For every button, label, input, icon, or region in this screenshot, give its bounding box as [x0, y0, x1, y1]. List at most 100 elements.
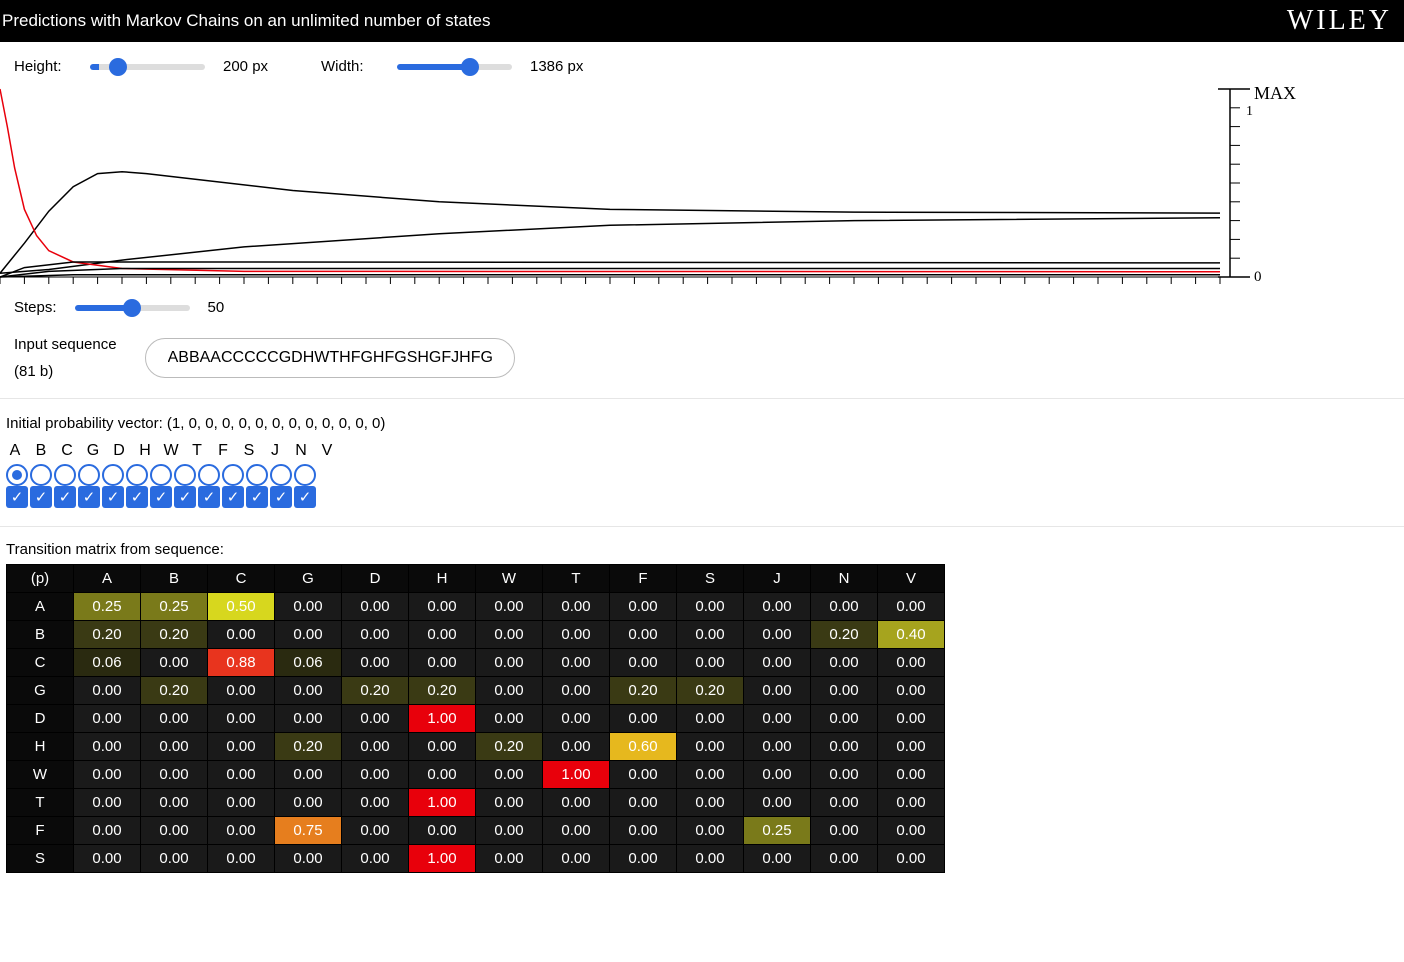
- matrix-cell: 1.00: [543, 761, 610, 789]
- initial-state-radio[interactable]: [6, 464, 28, 486]
- state-visible-checkbox[interactable]: ✓: [198, 486, 220, 508]
- matrix-cell: 0.00: [476, 789, 543, 817]
- state-visible-checkbox[interactable]: ✓: [294, 486, 316, 508]
- initial-state-radio[interactable]: [102, 464, 124, 486]
- matrix-col-header: B: [141, 565, 208, 593]
- initial-state-radio[interactable]: [174, 464, 196, 486]
- matrix-cell: 0.00: [744, 677, 811, 705]
- matrix-cell: 0.00: [543, 593, 610, 621]
- initial-state-radio[interactable]: [198, 464, 220, 486]
- matrix-row-header: F: [7, 817, 74, 845]
- state-visible-checkbox[interactable]: ✓: [222, 486, 244, 508]
- matrix-cell: 0.00: [543, 705, 610, 733]
- matrix-cell: 0.00: [409, 761, 476, 789]
- matrix-cell: 0.00: [744, 733, 811, 761]
- matrix-cell: 0.50: [208, 593, 275, 621]
- matrix-cell: 0.00: [409, 817, 476, 845]
- matrix-cell: 0.00: [141, 789, 208, 817]
- matrix-cell: 0.06: [275, 649, 342, 677]
- matrix-cell: 0.00: [878, 817, 945, 845]
- matrix-cell: 0.00: [275, 789, 342, 817]
- matrix-cell: 0.00: [476, 705, 543, 733]
- initial-state-radio[interactable]: [126, 464, 148, 486]
- state-visible-checkbox[interactable]: ✓: [126, 486, 148, 508]
- initial-state-radio[interactable]: [222, 464, 244, 486]
- initial-state-radio[interactable]: [54, 464, 76, 486]
- state-letter: S: [240, 442, 258, 460]
- matrix-cell: 0.00: [208, 761, 275, 789]
- matrix-cell: 0.00: [275, 593, 342, 621]
- matrix-col-header: A: [74, 565, 141, 593]
- matrix-cell: 0.20: [610, 677, 677, 705]
- state-letter: A: [6, 442, 24, 460]
- state-visible-checkbox[interactable]: ✓: [6, 486, 28, 508]
- matrix-cell: 0.00: [543, 677, 610, 705]
- state-visible-checkbox[interactable]: ✓: [54, 486, 76, 508]
- matrix-cell: 0.00: [744, 705, 811, 733]
- matrix-row-header: A: [7, 593, 74, 621]
- matrix-cell: 0.00: [610, 649, 677, 677]
- state-visible-checkbox[interactable]: ✓: [270, 486, 292, 508]
- matrix-cell: 0.00: [543, 649, 610, 677]
- matrix-cell: 0.00: [74, 677, 141, 705]
- height-label: Height:: [14, 58, 72, 75]
- transition-matrix-title: Transition matrix from sequence:: [6, 541, 1398, 558]
- initial-state-radio[interactable]: [150, 464, 172, 486]
- matrix-row-header: B: [7, 621, 74, 649]
- state-visible-checkbox[interactable]: ✓: [174, 486, 196, 508]
- matrix-cell: 0.00: [342, 733, 409, 761]
- matrix-cell: 0.00: [74, 817, 141, 845]
- steps-slider[interactable]: [75, 305, 190, 311]
- matrix-cell: 0.00: [811, 705, 878, 733]
- svg-text:MAX: MAX: [1254, 87, 1296, 103]
- matrix-col-header: T: [543, 565, 610, 593]
- matrix-cell: 0.00: [208, 621, 275, 649]
- state-visible-checkbox[interactable]: ✓: [78, 486, 100, 508]
- matrix-cell: 0.20: [409, 677, 476, 705]
- sequence-input[interactable]: [145, 338, 515, 378]
- matrix-cell: 0.00: [141, 845, 208, 873]
- matrix-cell: 0.60: [610, 733, 677, 761]
- matrix-cell: 0.00: [409, 649, 476, 677]
- state-letter: F: [214, 442, 232, 460]
- size-controls: Height: 200 px Width: 1386 px: [0, 42, 1404, 83]
- state-letter: H: [136, 442, 154, 460]
- state-visible-checkbox[interactable]: ✓: [150, 486, 172, 508]
- state-visible-checkbox[interactable]: ✓: [246, 486, 268, 508]
- matrix-cell: 0.25: [74, 593, 141, 621]
- state-letter: D: [110, 442, 128, 460]
- matrix-cell: 0.00: [811, 845, 878, 873]
- initial-state-radio[interactable]: [30, 464, 52, 486]
- matrix-cell: 0.88: [208, 649, 275, 677]
- state-letters-row: ABCGDHWTFSJNV: [6, 442, 1398, 460]
- matrix-cell: 0.20: [342, 677, 409, 705]
- matrix-cell: 0.40: [878, 621, 945, 649]
- prediction-chart: MAX10: [0, 87, 1404, 287]
- initial-state-radio[interactable]: [246, 464, 268, 486]
- initial-state-radio[interactable]: [78, 464, 100, 486]
- state-visible-checkbox[interactable]: ✓: [102, 486, 124, 508]
- matrix-cell: 0.00: [141, 761, 208, 789]
- state-visible-checkbox[interactable]: ✓: [30, 486, 52, 508]
- matrix-col-header: F: [610, 565, 677, 593]
- matrix-cell: 0.00: [476, 677, 543, 705]
- height-slider[interactable]: [90, 64, 205, 70]
- matrix-cell: 0.00: [342, 817, 409, 845]
- matrix-cell: 0.20: [275, 733, 342, 761]
- matrix-cell: 0.00: [610, 761, 677, 789]
- matrix-cell: 0.00: [74, 761, 141, 789]
- svg-text:0: 0: [1254, 269, 1262, 285]
- width-slider[interactable]: [397, 64, 512, 70]
- matrix-cell: 0.00: [811, 733, 878, 761]
- matrix-cell: 0.00: [677, 845, 744, 873]
- matrix-cell: 0.00: [744, 649, 811, 677]
- matrix-col-header: J: [744, 565, 811, 593]
- matrix-cell: 0.00: [342, 761, 409, 789]
- state-letter: T: [188, 442, 206, 460]
- initial-state-radio[interactable]: [294, 464, 316, 486]
- initial-vector-label: Initial probability vector:: [6, 415, 163, 432]
- matrix-cell: 0.06: [74, 649, 141, 677]
- initial-state-radio[interactable]: [270, 464, 292, 486]
- matrix-cell: 0.00: [342, 621, 409, 649]
- matrix-cell: 0.00: [141, 817, 208, 845]
